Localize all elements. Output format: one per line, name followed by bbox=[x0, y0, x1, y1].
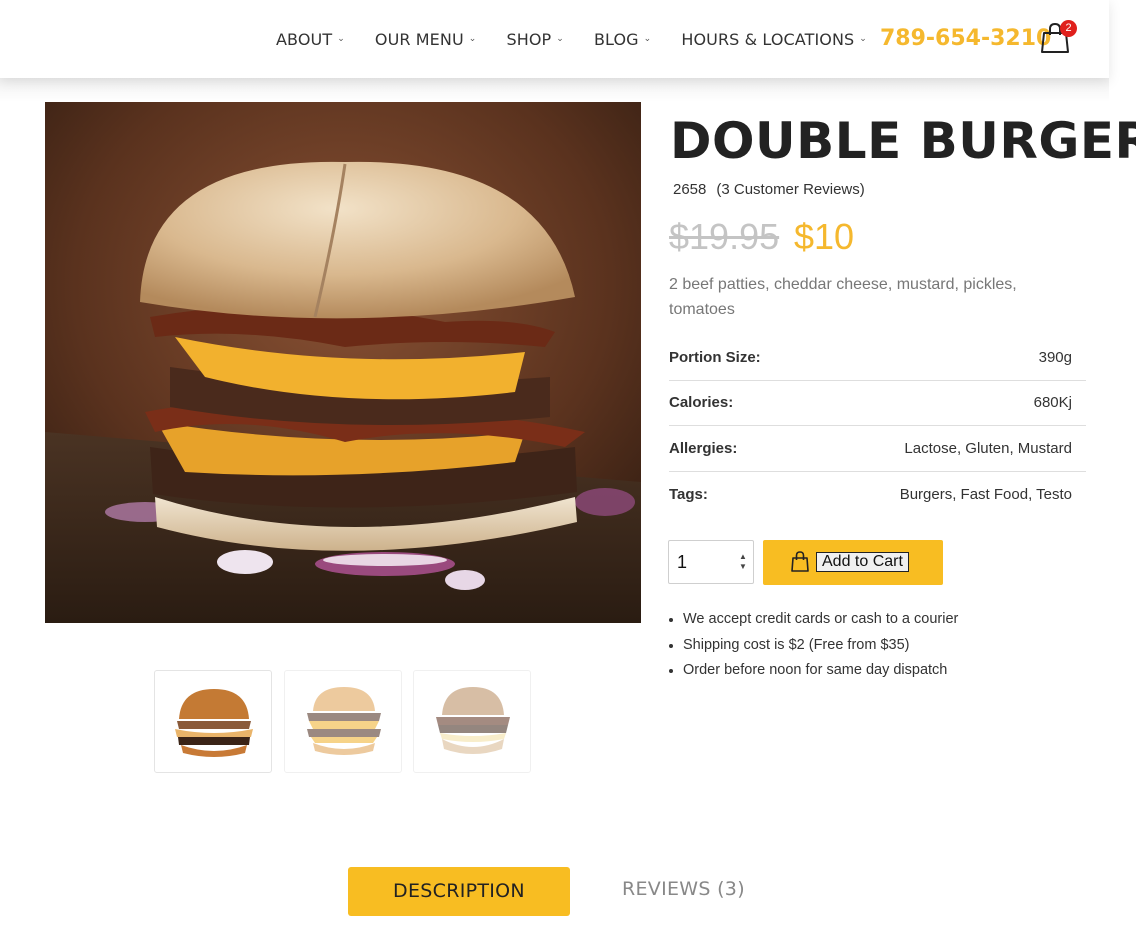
product-main-image[interactable] bbox=[45, 102, 641, 623]
chevron-down-icon: ⌄ bbox=[556, 33, 564, 44]
header-shadow bbox=[0, 78, 1109, 102]
spec-value: Lactose, Gluten, Mustard bbox=[904, 439, 1072, 457]
thumbnail-burger-image bbox=[307, 687, 381, 755]
chevron-down-icon: ⌄ bbox=[859, 33, 867, 44]
spec-row-tags: Tags: Burgers, Fast Food, Testo bbox=[669, 472, 1086, 518]
quantity-value[interactable]: 1 bbox=[677, 552, 687, 573]
product-meta: 2658 (3 Customer Reviews) bbox=[673, 181, 865, 198]
nav-blog-label: BLOG bbox=[593, 30, 639, 49]
thumbnail-3[interactable] bbox=[413, 670, 531, 773]
nav-hours-locations[interactable]: HOURS & LOCATIONS ⌄ bbox=[681, 30, 867, 49]
nav-blog[interactable]: BLOG ⌄ bbox=[594, 30, 651, 49]
product-description: 2 beef patties, cheddar cheese, mustard,… bbox=[669, 276, 1017, 318]
spec-value: Burgers, Fast Food, Testo bbox=[899, 485, 1072, 503]
note-item: Shipping cost is $2 (Free from $35) bbox=[683, 635, 958, 661]
sale-price: $10 bbox=[794, 216, 855, 257]
spec-label: Allergies: bbox=[669, 439, 738, 457]
thumbnail-1[interactable] bbox=[154, 670, 272, 773]
thumbnail-burger-image bbox=[436, 687, 510, 754]
nav-about-label: ABOUT bbox=[276, 30, 333, 49]
nav-about[interactable]: ABOUT ⌄ bbox=[276, 30, 345, 49]
customer-reviews-link[interactable]: (3 Customer Reviews) bbox=[716, 181, 864, 198]
product-specs-table: Portion Size: 390g Calories: 680Kj Aller… bbox=[669, 335, 1086, 517]
shopping-bag-icon bbox=[791, 551, 809, 572]
tab-description[interactable]: DESCRIPTION bbox=[348, 867, 570, 916]
original-price: $19.95 bbox=[669, 216, 780, 257]
product-sku: 2658 bbox=[673, 181, 707, 198]
spec-value: 680Kj bbox=[1033, 394, 1072, 412]
spec-row-calories: Calories: 680Kj bbox=[669, 381, 1086, 426]
spec-label: Calories: bbox=[669, 394, 734, 412]
spec-value: 390g bbox=[1038, 348, 1072, 366]
add-to-cart-button[interactable]: Add to Cart bbox=[763, 540, 943, 585]
chevron-down-icon: ⌄ bbox=[643, 33, 652, 44]
spec-label: Tags: bbox=[669, 485, 708, 503]
spinner-arrows-icon[interactable]: ▲ ▼ bbox=[738, 552, 748, 572]
nav-shop[interactable]: SHOP ⌄ bbox=[506, 30, 564, 49]
add-to-cart-label: Add to Cart bbox=[816, 552, 909, 572]
product-title: DOUBLE BURGER bbox=[670, 112, 1136, 170]
cart-button[interactable]: 2 bbox=[1040, 20, 1077, 54]
purchase-notes: We accept credit cards or cash to a cour… bbox=[683, 609, 958, 686]
main-nav: ABOUT ⌄ OUR MENU ⌄ SHOP ⌄ BLOG ⌄ HOURS &… bbox=[276, 30, 867, 49]
nav-our-menu-label: OUR MENU bbox=[374, 30, 464, 49]
spec-row-portion: Portion Size: 390g bbox=[669, 335, 1086, 381]
nav-shop-label: SHOP bbox=[506, 30, 552, 49]
site-header: ABOUT ⌄ OUR MENU ⌄ SHOP ⌄ BLOG ⌄ HOURS &… bbox=[0, 0, 1109, 78]
phone-number-link[interactable]: 789-654-3210 bbox=[880, 26, 1051, 51]
nav-our-menu[interactable]: OUR MENU ⌄ bbox=[375, 30, 477, 49]
cart-count-badge: 2 bbox=[1060, 20, 1077, 37]
note-item: We accept credit cards or cash to a cour… bbox=[683, 609, 958, 635]
spec-label: Portion Size: bbox=[669, 348, 761, 366]
thumbnail-burger-image bbox=[175, 689, 253, 757]
spec-row-allergies: Allergies: Lactose, Gluten, Mustard bbox=[669, 426, 1086, 472]
tab-reviews[interactable]: REVIEWS (3) bbox=[622, 878, 745, 900]
chevron-down-icon: ⌄ bbox=[468, 33, 477, 44]
thumbnail-2[interactable] bbox=[284, 670, 402, 773]
quantity-stepper[interactable]: 1 ▲ ▼ bbox=[668, 540, 754, 584]
nav-hours-locations-label: HOURS & LOCATIONS bbox=[681, 30, 855, 49]
note-item: Order before noon for same day dispatch bbox=[683, 660, 958, 686]
chevron-down-icon: ⌄ bbox=[337, 33, 345, 44]
